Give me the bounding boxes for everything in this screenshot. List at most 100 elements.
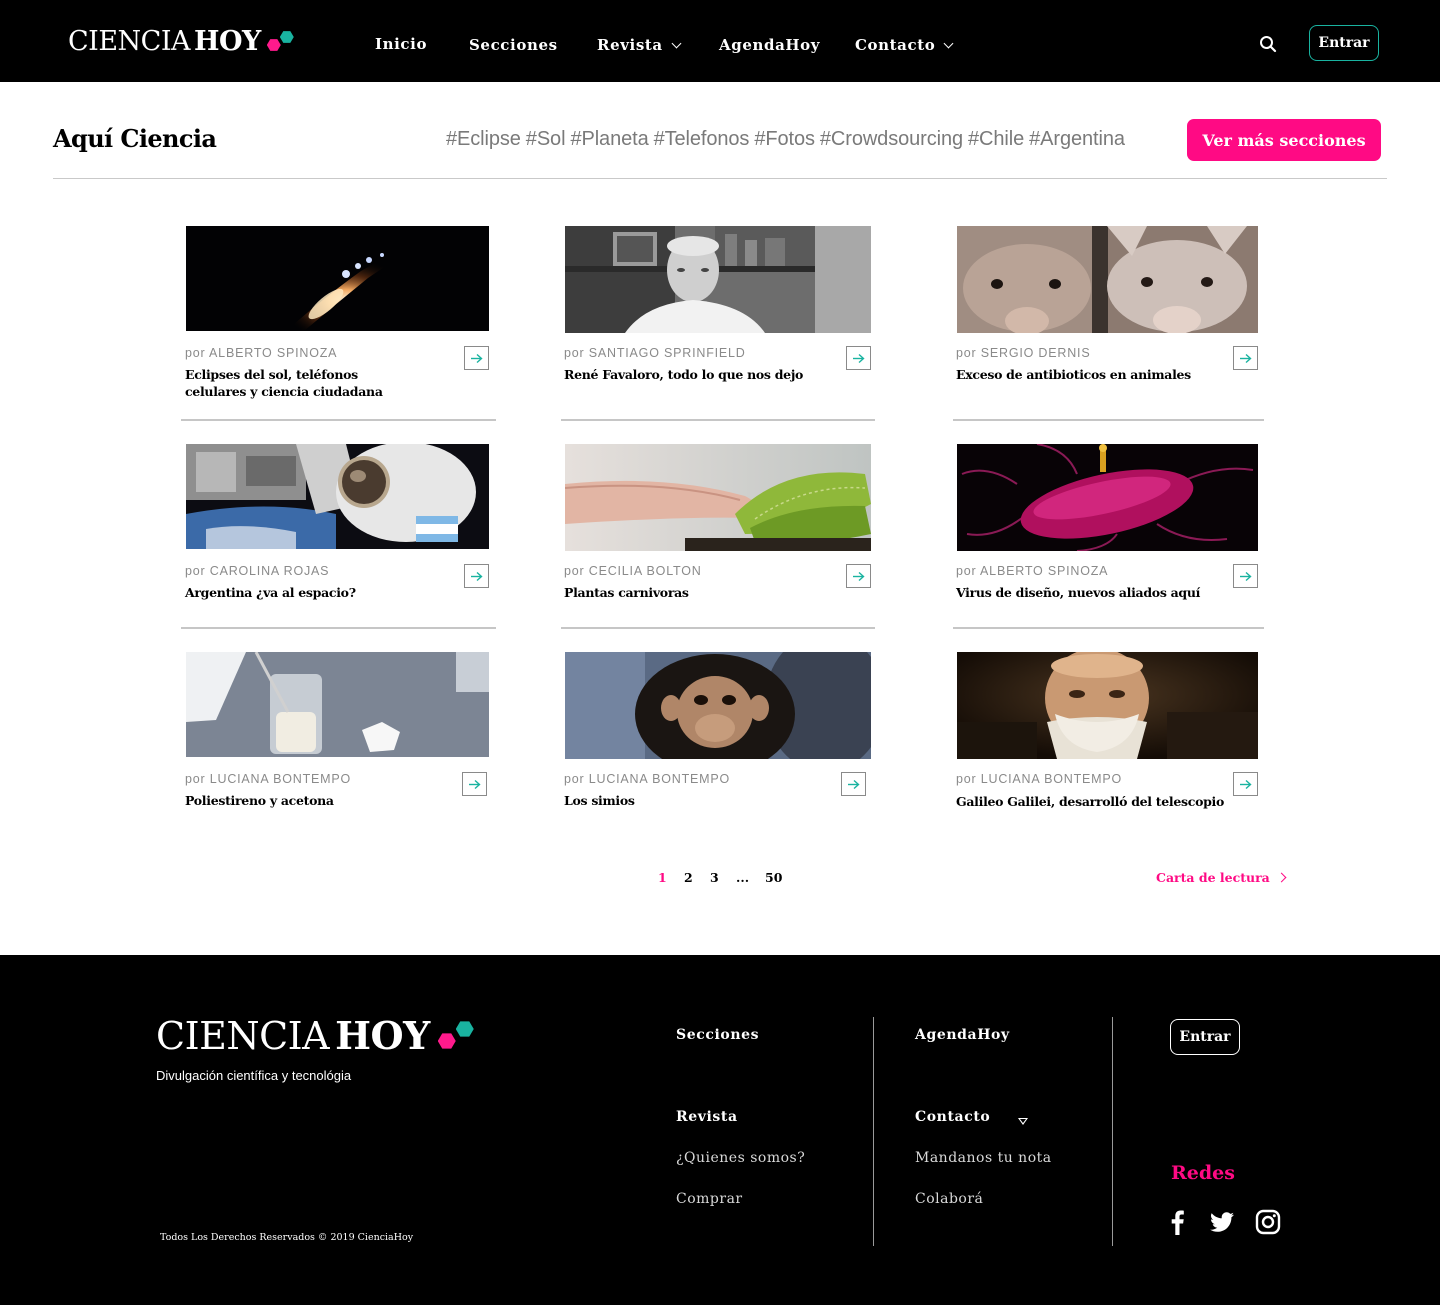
logo-word-hoy: HOY [335,1013,430,1058]
arrow-right-button[interactable] [841,772,866,796]
arrow-right-icon [1240,353,1252,363]
tag-link[interactable]: #Eclipse [446,128,521,150]
article-title[interactable]: Los simios [564,792,824,809]
footer-logo[interactable]: CIENCIA HOY [156,1013,478,1058]
article-author: por SANTIAGO SPRINFIELD [564,346,746,360]
chevron-down-icon [671,38,682,48]
footer-link-contacto[interactable]: Contacto [915,1109,990,1125]
divider [953,419,1264,421]
tag-link[interactable]: #Chile [968,128,1024,150]
logo-word-ciencia: CIENCIA [156,1013,330,1058]
footer-link-comprar[interactable]: Comprar [676,1191,743,1207]
tag-link[interactable]: #Sol [526,128,566,150]
logo-word-hoy: HOY [193,26,261,57]
nav-item-contacto[interactable]: Contacto [855,36,954,54]
divider [873,1017,874,1246]
page-title: Aquí Ciencia [53,124,217,153]
chimpanzee-photo[interactable] [565,652,871,759]
twitter-icon[interactable] [1209,1209,1235,1235]
top-navbar: CIENCIA HOY Inicio Secciones Revista Age… [0,0,1440,82]
footer-link-colabora[interactable]: Colaborá [915,1191,983,1207]
tag-link[interactable]: #Argentina [1029,128,1125,150]
nav-item-label: Secciones [469,36,558,54]
article-title[interactable]: Poliestireno y acetona [185,792,445,809]
search-icon[interactable] [1259,35,1277,53]
nav-item-inicio[interactable]: Inicio [375,35,427,53]
footer: CIENCIA HOY Divulgación científica y tec… [0,955,1440,1305]
divider [1112,1017,1113,1246]
article-author: por CECILIA BOLTON [564,564,702,578]
chevron-down-icon [943,38,954,48]
nav-item-revista[interactable]: Revista [597,36,682,54]
arrow-right-button[interactable] [1233,346,1258,370]
footer-link-secciones[interactable]: Secciones [676,1027,759,1043]
logo-hexagons-icon [437,1021,478,1051]
footer-link-agendahoy[interactable]: AgendaHoy [915,1027,1010,1043]
galileo-painting[interactable] [957,652,1258,759]
article-title[interactable]: Galileo Galilei, desarrolló del telescop… [956,793,1246,810]
nav-item-label: Contacto [855,36,936,54]
social-title: Redes [1171,1162,1235,1184]
divider [181,627,496,629]
footer-link-mandanos-nota[interactable]: Mandanos tu nota [915,1150,1052,1166]
page-link[interactable]: 50 [765,870,782,885]
divider [561,627,875,629]
arrow-right-button[interactable] [1233,772,1258,796]
arrow-right-button[interactable] [464,346,489,370]
tag-link[interactable]: #Telefonos [654,128,750,150]
astronaut-photo[interactable] [186,444,489,549]
reading-list-link[interactable]: Carta de lectura [1156,870,1287,885]
arrow-right-icon [469,779,481,789]
arrow-right-button[interactable] [462,772,487,796]
divider [953,627,1264,629]
eclipse-photo[interactable] [186,226,489,331]
footer-link-quienes-somos[interactable]: ¿Quienes somos? [676,1150,805,1166]
arrow-right-icon [471,571,483,581]
tag-link[interactable]: #Crowdsourcing [820,128,963,150]
article-title[interactable]: Plantas carnivoras [564,584,824,601]
arrow-right-button[interactable] [846,564,871,588]
login-button[interactable]: Entrar [1309,25,1379,61]
arrow-right-icon [1240,779,1252,789]
footer-link-revista[interactable]: Revista [676,1109,738,1125]
divider [181,419,496,421]
article-title[interactable]: Eclipses del sol, teléfonos celulares y … [185,366,395,400]
arrow-right-icon [1240,571,1252,581]
page-link-current[interactable]: 1 [658,870,667,885]
footer-login-button[interactable]: Entrar [1170,1019,1240,1055]
article-title[interactable]: Argentina ¿va al espacio? [185,584,445,601]
article-author: por ALBERTO SPINOZA [956,564,1109,578]
tag-list: #Eclipse #Sol #Planeta #Telefonos #Fotos #Cro… [446,128,1130,151]
site-logo[interactable]: CIENCIA HOY [68,26,297,57]
article-author: por LUCIANA BONTEMPO [564,772,731,786]
arrow-right-button[interactable] [464,564,489,588]
logo-hexagons-icon [266,31,297,53]
page-link[interactable]: 2 [684,870,693,885]
page-ellipsis: ... [736,870,750,885]
page-link[interactable]: 3 [710,870,719,885]
article-title[interactable]: Virus de diseño, nuevos aliados aquí [956,584,1216,601]
article-author: por CAROLINA ROJAS [185,564,330,578]
more-sections-button[interactable]: Ver más secciones [1187,119,1381,161]
tag-link[interactable]: #Planeta [570,128,648,150]
portrait-photo[interactable] [565,226,871,333]
tag-link[interactable]: #Fotos [754,128,815,150]
divider [561,419,875,421]
article-author: por ALBERTO SPINOZA [185,346,338,360]
article-author: por LUCIANA BONTEMPO [956,772,1123,786]
article-title[interactable]: René Favaloro, todo lo que nos dejo [564,366,824,383]
article-author: por SERGIO DERNIS [956,346,1091,360]
venus-flytrap-photo[interactable] [565,444,871,551]
nav-item-agendahoy[interactable]: AgendaHoy [719,36,820,54]
facebook-icon[interactable] [1165,1209,1191,1235]
nav-item-secciones[interactable]: Secciones [469,36,558,54]
arrow-right-button[interactable] [1233,564,1258,588]
article-author: por LUCIANA BONTEMPO [185,772,352,786]
instagram-icon[interactable] [1255,1209,1281,1235]
arrow-right-button[interactable] [846,346,871,370]
article-title[interactable]: Exceso de antibioticos en animales [956,366,1216,383]
triangle-down-icon[interactable] [1018,1118,1028,1125]
pigs-photo[interactable] [957,226,1258,333]
beaker-photo[interactable] [186,652,489,757]
bacteria-render[interactable] [957,444,1258,551]
